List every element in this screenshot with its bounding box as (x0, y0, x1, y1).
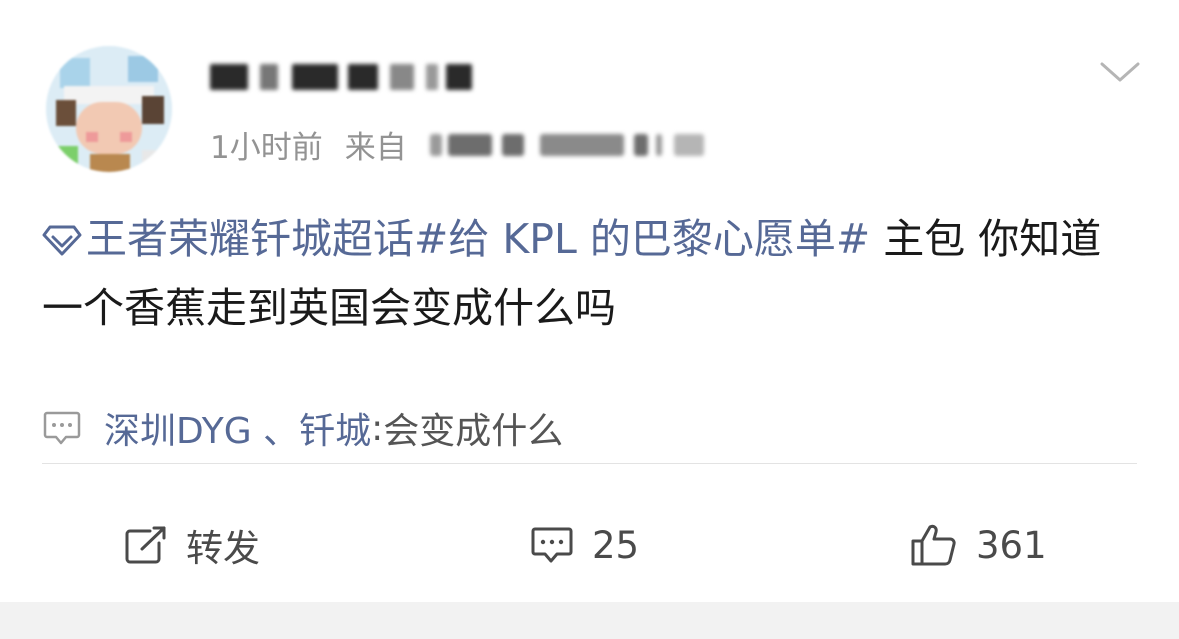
comment-bubble-icon (43, 411, 81, 445)
comment-icon (531, 527, 573, 563)
comment-button[interactable]: 25 (530, 514, 639, 576)
username-pixelation (210, 58, 472, 98)
feed-separator (0, 602, 1179, 639)
hashtag-link[interactable]: #给 KPL 的巴黎心愿单# (414, 215, 870, 263)
action-divider (42, 463, 1137, 464)
source-pixelation (430, 128, 730, 162)
avatar[interactable] (46, 46, 172, 172)
repost-icon (125, 526, 166, 564)
post-content: 王者荣耀钎城超话#给 KPL 的巴黎心愿单# 主包 你知道一个香蕉走到英国会变成… (42, 205, 1142, 343)
comment-preview[interactable]: 深圳DYG 、钎城: 会变成什么 (42, 402, 563, 454)
comment-separator: : (371, 407, 384, 449)
post-meta: 1小时前 来自 (210, 122, 407, 166)
repost-label: 转发 (186, 527, 260, 570)
supertopic-diamond-icon[interactable] (42, 224, 82, 256)
post-time: 1小时前 (210, 129, 323, 166)
repost-button[interactable]: 转发 (124, 514, 260, 576)
source-prefix: 来自 (344, 129, 407, 166)
chevron-down-icon[interactable] (1100, 56, 1140, 86)
supertopic-link[interactable]: 王者荣耀钎城超话 (86, 215, 414, 263)
thumbs-up-icon (911, 524, 956, 566)
post-card[interactable]: 1小时前 来自 王者荣耀钎城超话#给 KPL 的巴黎心愿单# 主包 你知道一个香… (0, 0, 1179, 602)
comment-author[interactable]: 深圳DYG 、钎城 (104, 402, 371, 454)
comment-text: 会变成什么 (383, 411, 564, 452)
comment-count: 25 (592, 523, 640, 567)
like-button[interactable]: 361 (910, 514, 1047, 576)
like-count: 361 (976, 523, 1047, 567)
